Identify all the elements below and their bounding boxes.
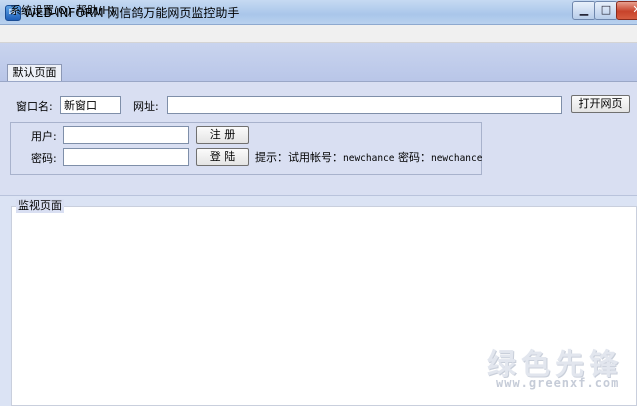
hint-password-label: 密码：: [394, 151, 431, 164]
close-button[interactable]: ✕: [616, 1, 637, 20]
hint-prefix: 提示：试用帐号：: [255, 151, 343, 164]
url-input[interactable]: [167, 96, 562, 114]
login-button[interactable]: 登 陆: [196, 148, 249, 166]
tab-default-page[interactable]: 默认页面: [7, 64, 62, 81]
minimize-button[interactable]: ▁: [572, 1, 596, 20]
open-page-button[interactable]: 打开网页: [571, 95, 630, 113]
divider: [0, 195, 637, 196]
maximize-button[interactable]: □: [594, 1, 618, 20]
window-name-input[interactable]: [60, 96, 121, 114]
hint-password: newchance: [430, 153, 483, 164]
window-name-label: 窗口名:: [16, 100, 53, 113]
register-button[interactable]: 注 册: [196, 126, 249, 144]
watermark-url: www.greenxf.com: [496, 376, 620, 390]
tab-strip: [0, 43, 637, 81]
url-label: 网址:: [133, 100, 159, 113]
user-label: 用户:: [31, 130, 57, 143]
menu-bar: [0, 25, 637, 43]
hint-account: newchance: [343, 153, 395, 164]
password-label: 密码:: [31, 152, 57, 165]
user-input[interactable]: [63, 126, 189, 144]
monitor-label: 监视页面: [16, 199, 64, 213]
menu-item-help[interactable]: 帮助(H): [76, 2, 115, 18]
password-input[interactable]: [63, 148, 189, 166]
menu-item-settings[interactable]: 系统设置(O): [10, 2, 71, 18]
hint-text: 提示：试用帐号：newchance 密码：newchance: [255, 149, 482, 165]
